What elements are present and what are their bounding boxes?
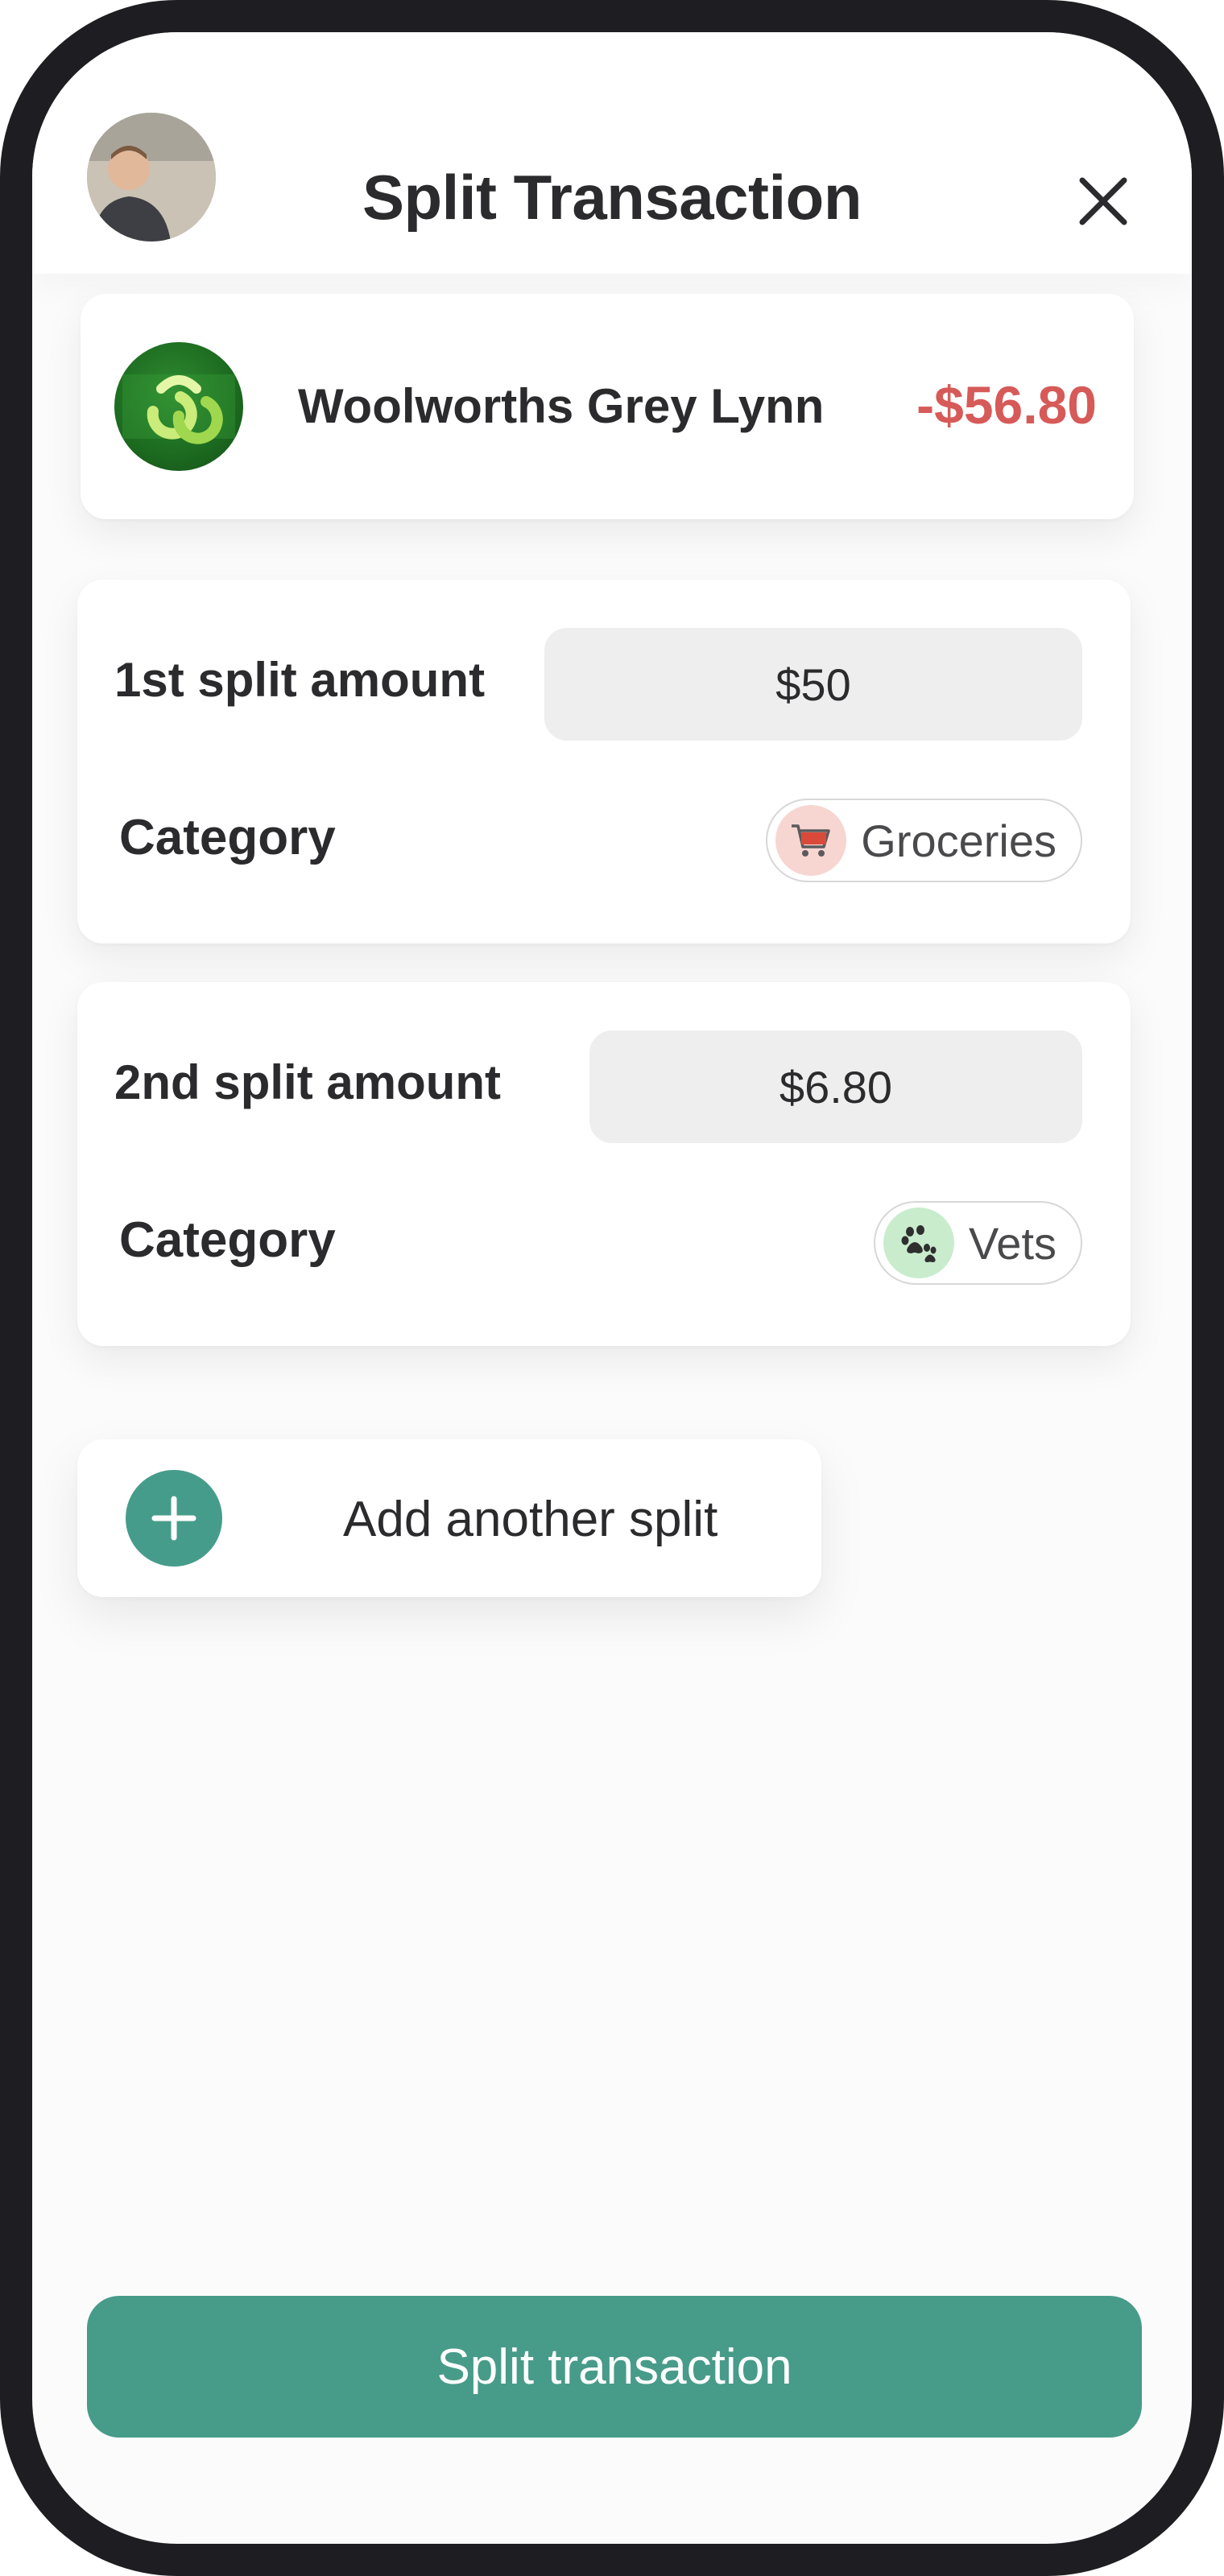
close-button[interactable] [1071,169,1135,233]
add-split-button[interactable]: Add another split [77,1439,821,1597]
plus-icon [126,1470,222,1567]
header: Split Transaction [32,32,1192,274]
category-name: Groceries [861,815,1057,866]
close-icon [1079,177,1127,225]
add-split-label: Add another split [343,1492,718,1547]
device-frame: Split Transaction Woolworths Grey Lynn -… [0,0,1224,2576]
category-chip-vets[interactable]: Vets [874,1201,1082,1285]
page-title: Split Transaction [362,162,862,233]
split-transaction-button[interactable]: Split transaction [87,2296,1142,2438]
category-chip-groceries[interactable]: Groceries [766,799,1082,882]
shopping-cart-icon [775,805,847,876]
woolworths-logo-icon [114,342,243,471]
paw-print-icon [883,1208,955,1278]
split-amount-label: 2nd split amount [114,1055,501,1109]
split-amount-label: 1st split amount [114,653,486,707]
transaction-card: Woolworths Grey Lynn -$56.80 [81,294,1134,519]
split-card-2: 2nd split amount $6.80 Category Vets [77,982,1131,1346]
category-label: Category [119,1212,336,1268]
split-card-1: 1st split amount $50 Category Groceries [77,580,1131,943]
app-screen: Split Transaction Woolworths Grey Lynn -… [32,32,1192,2544]
transaction-amount: -$56.80 [916,375,1097,435]
merchant-name: Woolworths Grey Lynn [298,379,825,433]
split-amount-input[interactable]: $50 [544,628,1082,741]
category-label: Category [119,810,336,865]
split-amount-input[interactable]: $6.80 [589,1030,1082,1143]
category-name: Vets [969,1217,1057,1269]
